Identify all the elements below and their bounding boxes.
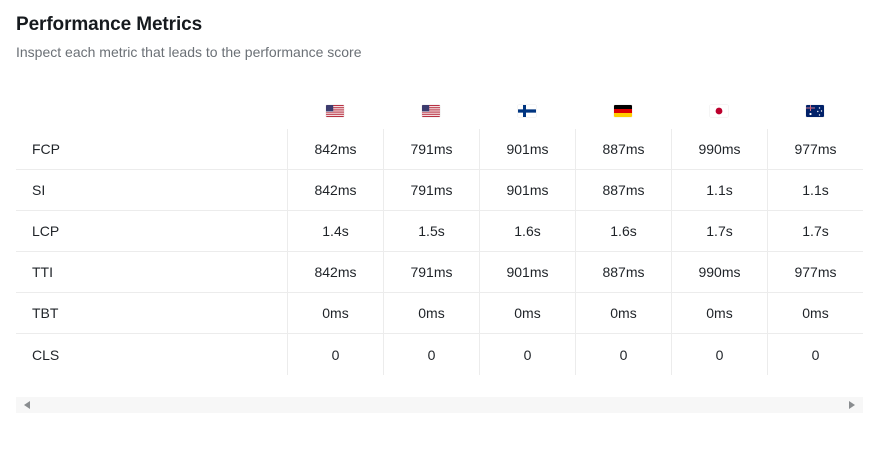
metric-value: 1.1s — [767, 170, 863, 210]
column-header-germany — [575, 92, 671, 129]
germany-flag-icon — [614, 104, 632, 117]
table-row: TTI 842ms 791ms 901ms 887ms 990ms 977ms — [16, 252, 863, 293]
metric-value: 842ms — [287, 129, 383, 169]
table-row: TBT 0ms 0ms 0ms 0ms 0ms 0ms — [16, 293, 863, 334]
metric-label: TBT — [32, 305, 59, 321]
metric-value: 0ms — [383, 293, 479, 333]
metric-value: 0 — [671, 334, 767, 375]
metric-value: 791ms — [383, 170, 479, 210]
japan-flag-icon — [710, 104, 728, 117]
table-row: CLS 0 0 0 0 0 0 — [16, 334, 863, 375]
metric-value: 1.7s — [767, 211, 863, 251]
table-row: SI 842ms 791ms 901ms 887ms 1.1s 1.1s — [16, 170, 863, 211]
us-flag-icon — [326, 104, 344, 117]
metric-value: 0 — [479, 334, 575, 375]
metric-value: 901ms — [479, 252, 575, 292]
performance-metrics-panel: Performance Metrics Inspect each metric … — [0, 0, 883, 452]
metric-value: 0 — [575, 334, 671, 375]
metric-label: FCP — [32, 141, 60, 157]
metric-value: 0 — [287, 334, 383, 375]
metric-label: CLS — [32, 346, 60, 363]
page-subtitle: Inspect each metric that leads to the pe… — [16, 44, 362, 60]
column-header-us — [287, 92, 383, 129]
metric-value: 901ms — [479, 129, 575, 169]
column-header-australia — [767, 92, 863, 129]
metric-value: 1.1s — [671, 170, 767, 210]
metric-value: 0ms — [479, 293, 575, 333]
scroll-left-arrow-icon[interactable] — [24, 401, 30, 409]
page-title: Performance Metrics — [16, 14, 203, 35]
metric-value: 1.5s — [383, 211, 479, 251]
australia-flag-icon — [806, 104, 824, 117]
metric-value: 791ms — [383, 129, 479, 169]
header-spacer — [16, 92, 287, 129]
metric-value: 887ms — [575, 170, 671, 210]
metric-label: LCP — [32, 223, 60, 239]
horizontal-scrollbar[interactable] — [16, 397, 863, 413]
metric-label: TTI — [32, 264, 53, 280]
metric-value: 1.7s — [671, 211, 767, 251]
metric-value: 0ms — [767, 293, 863, 333]
table-header-row — [16, 92, 863, 129]
finland-flag-icon — [518, 104, 536, 117]
metric-value: 887ms — [575, 252, 671, 292]
metric-value: 0 — [383, 334, 479, 375]
metrics-table: FCP 842ms 791ms 901ms 887ms 990ms 977ms … — [16, 92, 863, 375]
column-header-us-2 — [383, 92, 479, 129]
column-header-japan — [671, 92, 767, 129]
metric-value: 0 — [767, 334, 863, 375]
metric-value: 1.6s — [575, 211, 671, 251]
scroll-right-arrow-icon[interactable] — [849, 401, 855, 409]
metric-value: 0ms — [287, 293, 383, 333]
metric-value: 901ms — [479, 170, 575, 210]
metric-value: 0ms — [575, 293, 671, 333]
metric-value: 1.4s — [287, 211, 383, 251]
metric-value: 842ms — [287, 252, 383, 292]
us-flag-icon — [422, 104, 440, 117]
metric-value: 842ms — [287, 170, 383, 210]
metric-value: 887ms — [575, 129, 671, 169]
table-row: LCP 1.4s 1.5s 1.6s 1.6s 1.7s 1.7s — [16, 211, 863, 252]
metric-value: 1.6s — [479, 211, 575, 251]
metric-value: 0ms — [671, 293, 767, 333]
metric-value: 977ms — [767, 252, 863, 292]
column-header-finland — [479, 92, 575, 129]
table-row: FCP 842ms 791ms 901ms 887ms 990ms 977ms — [16, 129, 863, 170]
metric-value: 990ms — [671, 129, 767, 169]
metric-value: 791ms — [383, 252, 479, 292]
metric-value: 990ms — [671, 252, 767, 292]
metric-value: 977ms — [767, 129, 863, 169]
metric-label: SI — [32, 182, 46, 198]
